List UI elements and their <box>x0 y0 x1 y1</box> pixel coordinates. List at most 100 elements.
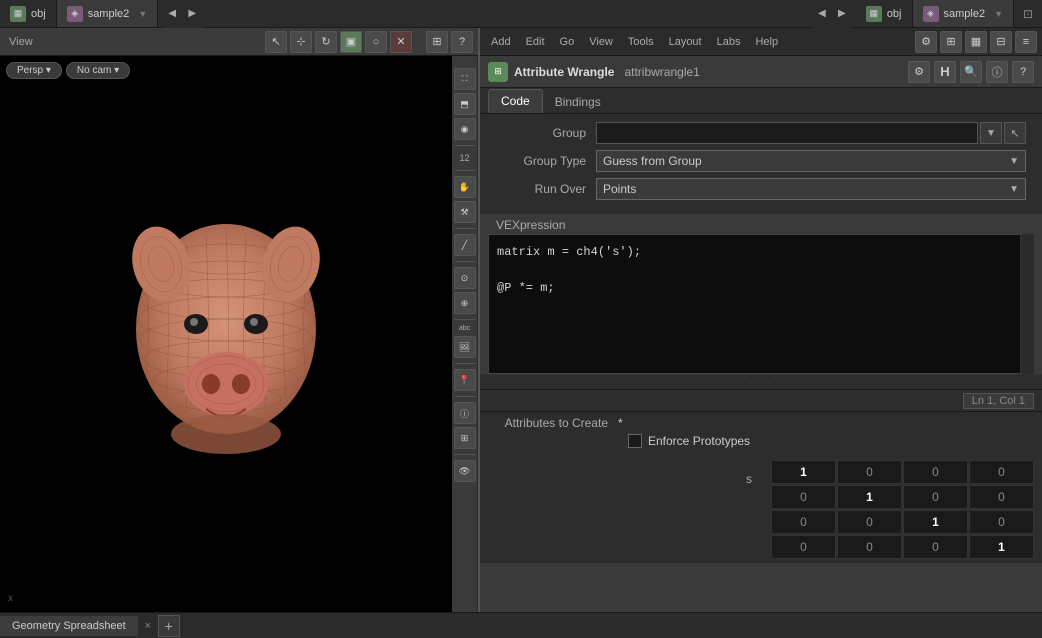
group-cursor-icon: ↖ <box>1010 127 1019 140</box>
aw-search-btn[interactable]: 🔍 <box>960 61 982 83</box>
matrix-grid: 1 0 0 0 0 1 0 0 0 0 1 0 <box>771 460 1034 559</box>
matrix-row-3: 0 0 0 1 <box>771 535 1034 559</box>
nav-forward-right[interactable]: ▶ <box>832 0 852 28</box>
run-over-select[interactable]: Points ▼ <box>596 178 1026 200</box>
vp-select-btn[interactable]: ↖ <box>265 31 287 53</box>
menu-help[interactable]: Help <box>749 34 784 50</box>
tool-obj-mode[interactable]: ⛶ <box>454 68 476 90</box>
code-expand-handle[interactable]: · · · <box>480 374 1042 389</box>
maximize-btn[interactable]: ⊡ <box>1014 7 1042 21</box>
bottom-tab-close-btn[interactable]: × <box>140 618 156 634</box>
group-input[interactable] <box>596 122 978 144</box>
network-icon[interactable]: ⊞ <box>940 31 962 53</box>
m-cell-2-3: 0 <box>969 510 1034 534</box>
tool-eye[interactable]: 👁 <box>454 460 476 482</box>
m-cell-0-0: 1 <box>771 460 836 484</box>
vp-snap-btn[interactable]: ⊞ <box>426 31 448 53</box>
run-over-value: Points <box>603 182 636 196</box>
aw-info-btn[interactable]: ⓘ <box>986 61 1008 83</box>
tool-magnet[interactable]: ⚒ <box>454 201 476 223</box>
tab-code[interactable]: Code <box>488 89 543 113</box>
m-cell-3-1: 0 <box>837 535 902 559</box>
vp-help-btn[interactable]: ? <box>451 31 473 53</box>
tab-obj-left[interactable]: ▦ obj <box>0 0 57 27</box>
tool-layer[interactable]: ⊕ <box>454 292 476 314</box>
tool-image[interactable]: 🖼 <box>454 336 476 358</box>
more-icon[interactable]: ≡ <box>1015 31 1037 53</box>
menu-tools-right: ⚙ ⊞ ▦ ⊟ ≡ <box>915 31 1037 53</box>
aw-help-btn[interactable]: ? <box>1012 61 1034 83</box>
menu-edit[interactable]: Edit <box>520 34 551 50</box>
menu-bar: Add Edit Go View Tools Layout Labs Help … <box>480 28 1042 56</box>
group-cursor-btn[interactable]: ↖ <box>1004 122 1026 144</box>
tool-prim-mode[interactable]: ⬒ <box>454 93 476 115</box>
nav-back-right[interactable]: ◀ <box>812 0 832 28</box>
sample2-icon-left: ◈ <box>67 6 83 22</box>
grid4-icon[interactable]: ⊟ <box>990 31 1012 53</box>
code-editor[interactable]: matrix m = ch4('s'); @P *= m; <box>488 234 1034 374</box>
form-area: Group ▼ ↖ Group Type Guess from Group ▼ <box>480 114 1042 214</box>
maximize-icon: ⊡ <box>1023 7 1033 21</box>
menu-go[interactable]: Go <box>554 34 581 50</box>
group-dropdown-btn[interactable]: ▼ <box>980 122 1002 144</box>
bottom-add-tab-btn[interactable]: + <box>158 615 180 637</box>
axis-indicator: x <box>8 593 13 604</box>
vp-move-btn[interactable]: ⊹ <box>290 31 312 53</box>
enforce-checkbox[interactable] <box>628 434 642 448</box>
attrs-create-value: * <box>618 416 623 430</box>
group-type-label: Group Type <box>496 154 596 168</box>
perspective-btn[interactable]: Persp ▾ <box>6 62 62 79</box>
tool-paint[interactable]: ✋ <box>454 176 476 198</box>
matrix-s-container: s <box>488 460 771 486</box>
aw-h-btn[interactable]: H <box>934 61 956 83</box>
group-type-arrow: ▼ <box>1009 156 1019 167</box>
matrix-row-1: 0 1 0 0 <box>771 485 1034 509</box>
code-line-2 <box>497 261 1025 279</box>
vp-close-btn[interactable]: ✕ <box>390 31 412 53</box>
tool-pin[interactable]: 📍 <box>454 369 476 391</box>
bottom-tab-spreadsheet[interactable]: Geometry Spreadsheet <box>0 616 138 636</box>
obj-icon-left: ▦ <box>10 6 26 22</box>
tab-sample2-left[interactable]: ◈ sample2 ▼ <box>57 0 159 27</box>
spreadsheet-icon[interactable]: ▦ <box>965 31 987 53</box>
nav-forward-left[interactable]: ▶ <box>182 0 202 28</box>
menu-tools[interactable]: Tools <box>622 34 660 50</box>
menu-layout[interactable]: Layout <box>663 34 708 50</box>
nav-back-left[interactable]: ◀ <box>162 0 182 28</box>
tab-sample2-right[interactable]: ◈ sample2 ▼ <box>913 0 1015 27</box>
code-wrapper: matrix m = ch4('s'); @P *= m; <box>488 234 1034 374</box>
tool-grid[interactable]: ⊞ <box>454 427 476 449</box>
tab-sample2-right-label: sample2 <box>944 8 986 20</box>
code-line-1: matrix m = ch4('s'); <box>497 243 1025 261</box>
pig-head-model <box>116 199 336 469</box>
vp-box-btn[interactable]: ▣ <box>340 31 362 53</box>
nocam-btn[interactable]: No cam ▾ <box>66 62 130 79</box>
menu-labs[interactable]: Labs <box>711 34 747 50</box>
aw-title: Attribute Wrangle <box>514 65 614 79</box>
tool-info[interactable]: ⓘ <box>454 402 476 424</box>
m-cell-3-2: 0 <box>903 535 968 559</box>
viewport-label: View <box>5 36 37 48</box>
menu-add[interactable]: Add <box>485 34 517 50</box>
viewport-main: Persp ▾ No cam ▾ ⛶ ⬒ ◉ 12 ✋ ⚒ ╱ ⊙ ⊕ abc <box>0 56 478 612</box>
m-cell-2-0: 0 <box>771 510 836 534</box>
tool-abc-label: abc <box>459 325 470 333</box>
vp-rotate-btn[interactable]: ↻ <box>315 31 337 53</box>
tool-visibility[interactable]: ⊙ <box>454 267 476 289</box>
vp-circle-btn[interactable]: ○ <box>365 31 387 53</box>
menu-view[interactable]: View <box>583 34 619 50</box>
m-cell-0-2: 0 <box>903 460 968 484</box>
code-scrollbar[interactable] <box>1020 234 1034 374</box>
tool-select-edge[interactable]: ╱ <box>454 234 476 256</box>
group-type-select[interactable]: Guess from Group ▼ <box>596 150 1026 172</box>
tool-point-mode[interactable]: ◉ <box>454 118 476 140</box>
m-cell-1-0: 0 <box>771 485 836 509</box>
run-over-label: Run Over <box>496 182 596 196</box>
tools-icon[interactable]: ⚙ <box>915 31 937 53</box>
aw-gear-btn[interactable]: ⚙ <box>908 61 930 83</box>
tab-obj-right[interactable]: ▦ obj <box>856 0 913 27</box>
m-cell-1-2: 0 <box>903 485 968 509</box>
tab-bindings[interactable]: Bindings <box>543 91 613 113</box>
attr-section: Attributes to Create * Enforce Prototype… <box>480 411 1042 456</box>
m-cell-2-1: 0 <box>837 510 902 534</box>
